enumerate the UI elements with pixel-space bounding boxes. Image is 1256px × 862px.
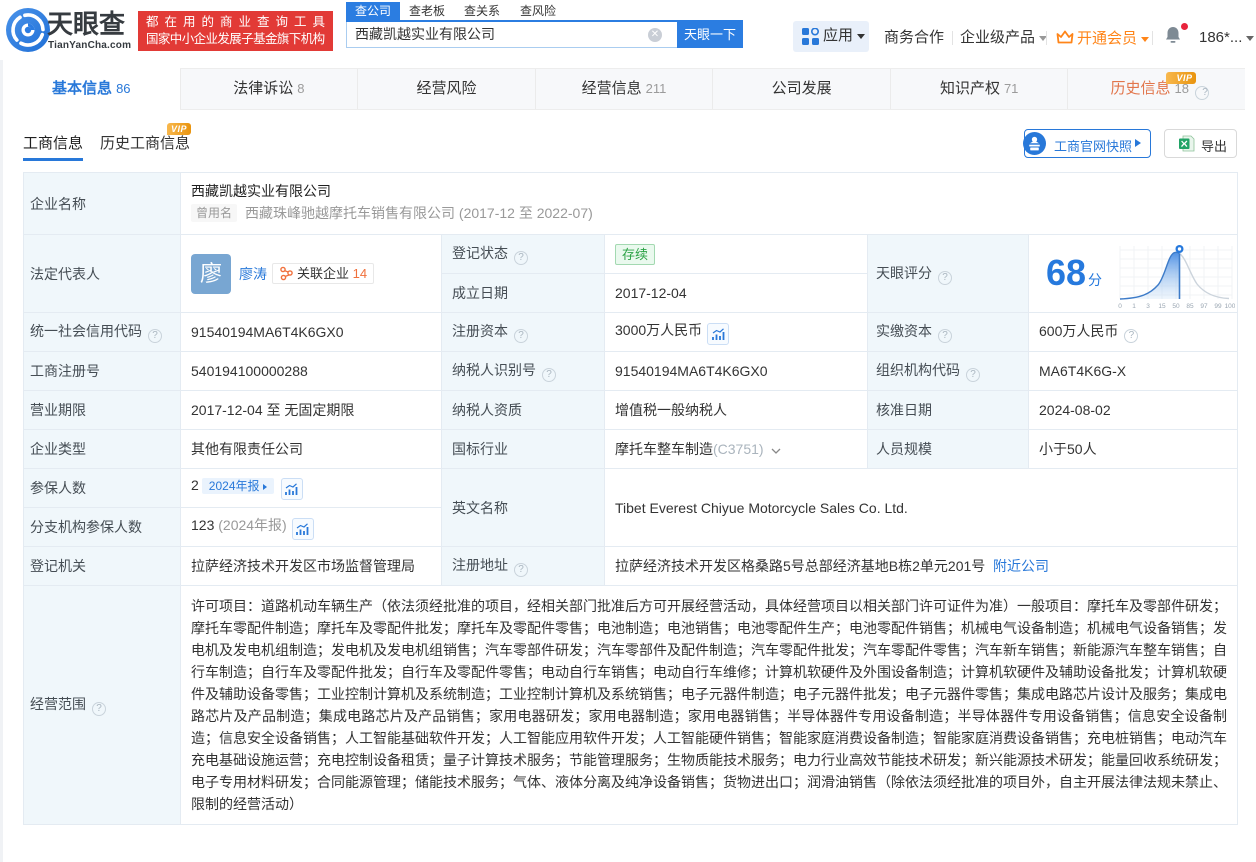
svg-text:15: 15 [1158, 303, 1166, 310]
svg-text:50: 50 [1172, 303, 1180, 310]
svg-text:85: 85 [1186, 303, 1194, 310]
svg-text:99: 99 [1214, 303, 1222, 310]
svg-text:3: 3 [1146, 303, 1150, 310]
svg-text:97: 97 [1200, 303, 1208, 310]
svg-text:100: 100 [1225, 303, 1235, 310]
svg-text:0: 0 [1118, 303, 1122, 310]
svg-text:1: 1 [1132, 303, 1136, 310]
